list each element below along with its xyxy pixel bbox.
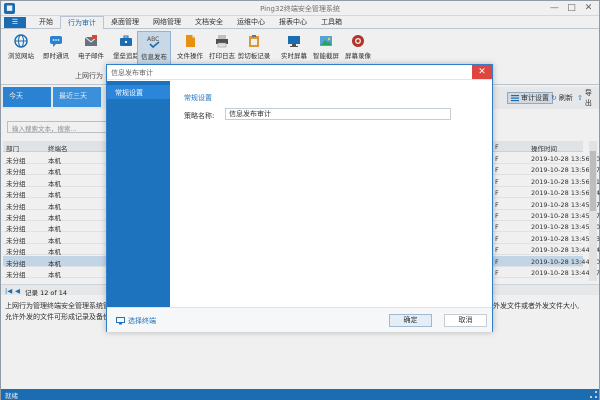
computer-icon <box>116 317 125 325</box>
dialog-footer: 选择终端 确定 取消 <box>107 307 492 332</box>
dialog-close-button[interactable]: ✕ <box>472 65 492 79</box>
policy-name-input[interactable] <box>225 108 451 120</box>
sidebar-item-general-settings[interactable]: 常规设置 <box>107 85 170 99</box>
dialog-title: 信息发布审计 <box>111 69 153 77</box>
select-terminal-label: 选择终端 <box>128 317 156 325</box>
dialog-title-bar: 信息发布审计 ✕ <box>107 65 492 80</box>
cancel-button[interactable]: 取消 <box>444 314 487 327</box>
dialog-content: 常规设置 策略名称: <box>171 81 492 306</box>
section-title: 常规设置 <box>184 94 212 102</box>
select-terminal-link[interactable]: 选择终端 <box>116 316 156 326</box>
info-publish-audit-dialog: 信息发布审计 ✕ 常规设置 常规设置 策略名称: 选择终端 确定 取消 <box>106 64 493 332</box>
ok-button[interactable]: 确定 <box>389 314 432 327</box>
policy-name-label: 策略名称: <box>184 112 215 120</box>
dialog-sidebar: 常规设置 <box>107 81 170 331</box>
